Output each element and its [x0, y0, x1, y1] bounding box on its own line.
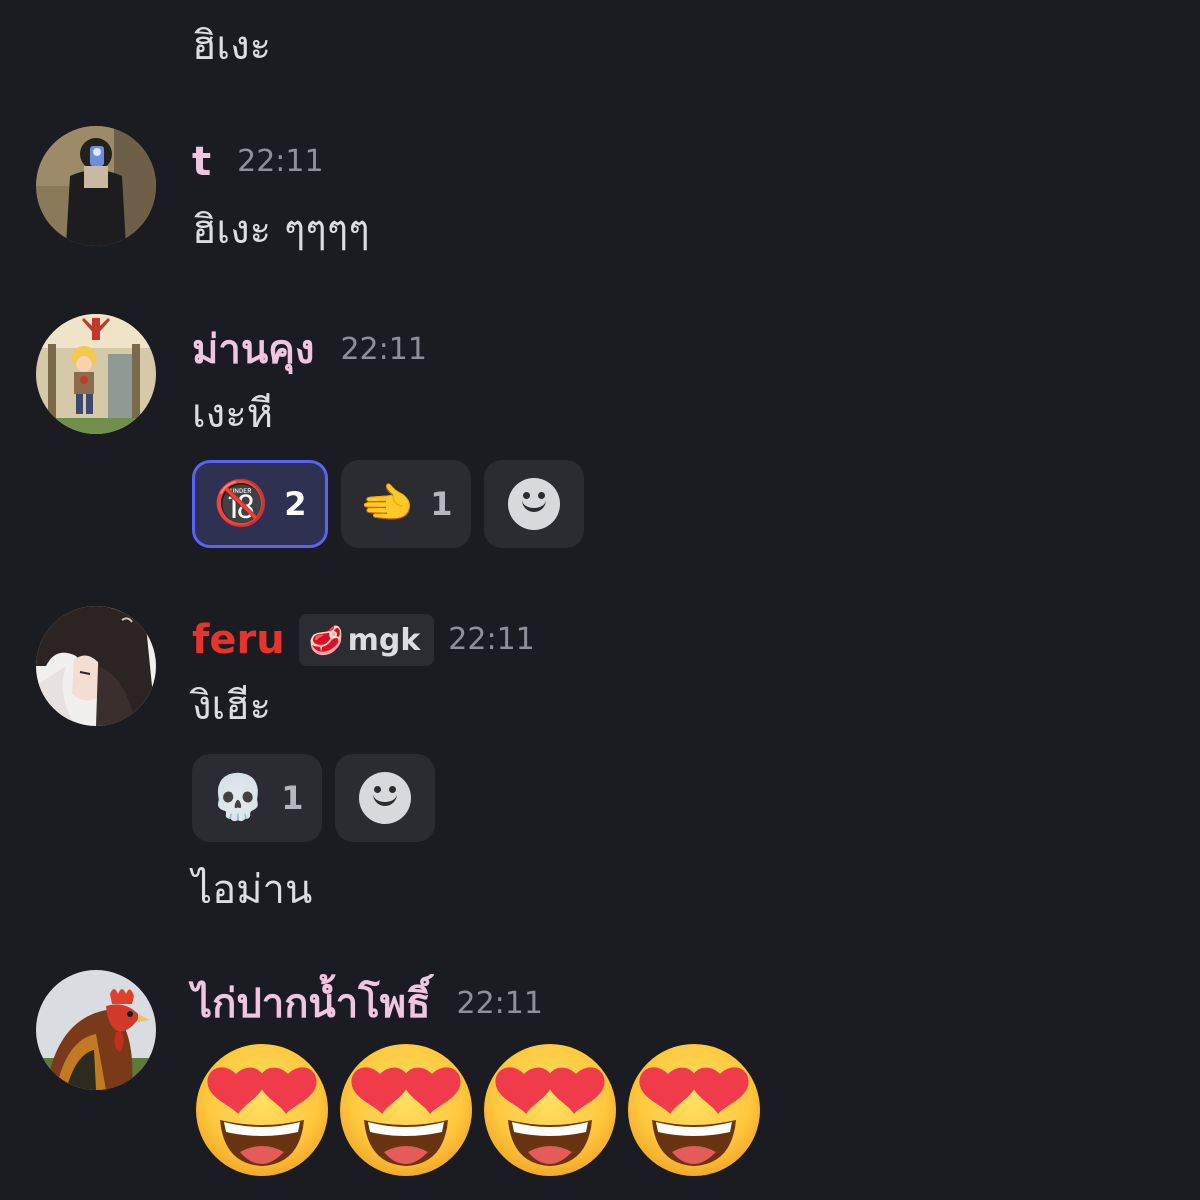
user-avatar[interactable] — [36, 970, 156, 1090]
message-text: ไอม่าน — [192, 867, 313, 913]
message-text: ฮิเงะ — [192, 23, 272, 69]
meat-icon: 🥩 — [308, 623, 344, 657]
rooster-avatar-image — [36, 970, 156, 1090]
user-t-avatar-image — [36, 126, 156, 246]
message-header: t 22:11 — [192, 138, 324, 186]
skull-icon: 💀 — [210, 772, 266, 823]
timestamp: 22:11 — [448, 622, 535, 657]
add-reaction-button[interactable] — [335, 754, 435, 842]
reaction-hand[interactable]: 🫲 1 — [341, 460, 471, 548]
reaction-count: 2 — [284, 485, 307, 523]
user-avatar[interactable] — [36, 606, 156, 726]
no-under-18-icon: 🔞 — [213, 478, 269, 529]
username[interactable]: ไก่ปากน้ำโพธิ์ — [192, 980, 430, 1028]
naruto-avatar-image — [36, 314, 156, 434]
heart-eyes-emoji — [624, 1040, 764, 1180]
message-text: ฮิเงะ ๆๆๆๆ — [192, 207, 370, 253]
heart-eyes-emoji — [336, 1040, 476, 1180]
user-avatar[interactable] — [36, 314, 156, 434]
timestamp: 22:11 — [237, 144, 324, 179]
message-text: งิเฮีะ — [192, 683, 272, 729]
server-tag-label: mgk — [347, 622, 421, 658]
server-tag[interactable]: 🥩 mgk — [298, 614, 435, 666]
hand-icon: 🫲 — [359, 478, 415, 529]
add-reaction-button[interactable] — [484, 460, 584, 548]
reaction-count: 1 — [430, 485, 453, 523]
heart-eyes-emoji — [192, 1040, 332, 1180]
username[interactable]: feru — [192, 616, 285, 664]
message-feed: ฮิเงะ t 22:11 ฮิเงะ ๆๆๆๆ ม่านคุง 22:11 เ… — [0, 0, 1200, 1200]
reaction-no-under-18[interactable]: 🔞 2 — [192, 460, 328, 548]
username[interactable]: t — [192, 138, 211, 186]
smiley-icon — [508, 478, 560, 530]
message-header: feru 🥩 mgk 22:11 — [192, 614, 535, 666]
timestamp: 22:11 — [340, 332, 427, 367]
user-avatar[interactable] — [36, 126, 156, 246]
heart-eyes-emoji — [480, 1040, 620, 1180]
message-header: ไก่ปากน้ำโพธิ์ 22:11 — [192, 980, 543, 1028]
anime-avatar-image — [36, 606, 156, 726]
message-header: ม่านคุง 22:11 — [192, 326, 427, 374]
username[interactable]: ม่านคุง — [192, 326, 314, 374]
reaction-skull[interactable]: 💀 1 — [192, 754, 322, 842]
smiley-icon — [359, 772, 411, 824]
message-text: เงะหี — [192, 391, 274, 437]
reaction-count: 1 — [281, 779, 304, 817]
timestamp: 22:11 — [456, 986, 543, 1021]
